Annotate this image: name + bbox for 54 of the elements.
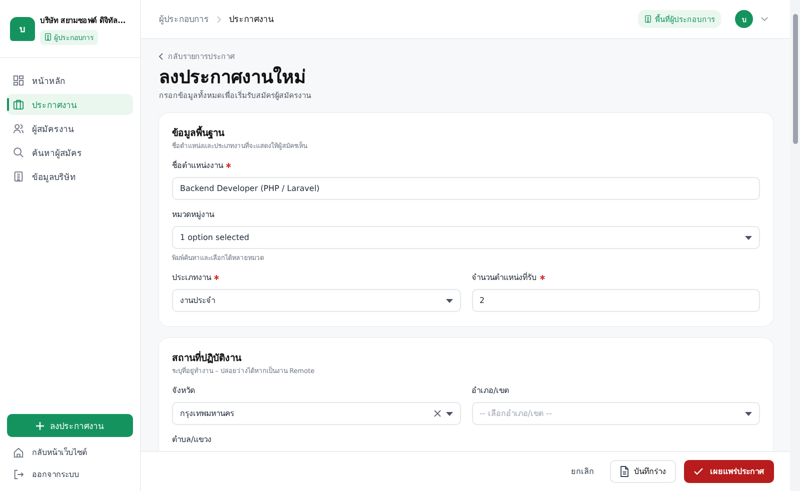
nav-item[interactable]: ค้นหาผู้สมัคร [7, 142, 133, 163]
home-icon [13, 446, 24, 458]
logout-icon [13, 468, 24, 480]
document-icon [620, 466, 629, 477]
save-draft-button[interactable]: บันทึกร่าง [610, 460, 676, 483]
chevron-down-icon[interactable] [761, 17, 768, 21]
building-icon [44, 33, 52, 41]
select-field[interactable]: 1 option selected [172, 226, 760, 249]
scrollbar[interactable] [790, 0, 800, 491]
select-placeholder: -- เลือกอำเภอ/เขต -- [480, 408, 553, 420]
search-icon [13, 147, 24, 158]
text-field[interactable]: 2 [472, 289, 760, 312]
caret-icon [446, 298, 452, 302]
nav-item[interactable]: หน้าหลัก [7, 70, 133, 91]
caret-icon [446, 412, 452, 416]
clear-icon [434, 410, 440, 417]
nav-item[interactable]: ผู้สมัครงาน [7, 118, 133, 139]
dashboard-icon [13, 75, 24, 86]
field-label: จังหวัด [172, 385, 195, 397]
breadcrumb-item[interactable]: ผู้ประกอบการ [159, 12, 209, 26]
field-label: หมวดหมู่งาน [172, 209, 214, 221]
field-label: จำนวนตำแหน่งที่รับ [472, 271, 536, 284]
building-icon [13, 171, 24, 182]
select-field[interactable]: งานประจำ [172, 289, 460, 312]
section-title: ข้อมูลพื้นฐาน [172, 125, 760, 140]
sidebar-link[interactable]: กลับหน้าเว็บไซต์ [7, 443, 133, 461]
select-value: 1 option selected [180, 233, 250, 242]
text-field[interactable]: Backend Developer (PHP / Laravel) [172, 177, 760, 200]
sidebar-link[interactable]: ออกจากระบบ [7, 465, 133, 483]
select-field[interactable]: กรุงเทพมหานคร [172, 402, 460, 425]
section-title: สถานที่ปฏิบัติงาน [172, 350, 242, 365]
post-job-button[interactable]: ลงประกาศงาน [7, 414, 133, 437]
check-icon [694, 468, 703, 475]
briefcase-icon [13, 99, 24, 110]
chevron-right-icon [217, 16, 221, 22]
select-value: งานประจำ [180, 295, 216, 307]
plus-icon [36, 422, 44, 430]
nav-item[interactable]: ข้อมูลบริษัท [7, 166, 133, 187]
field-label: ตำบล/แขวง [172, 434, 212, 446]
nav-item[interactable]: ประกาศงาน [7, 94, 133, 115]
field-label: อำเภอ/เขต [472, 385, 510, 397]
breadcrumb-item: ประกาศงาน [229, 14, 274, 26]
page-title: ลงประกาศงานใหม่ [159, 66, 307, 89]
select-value: กรุงเทพมหานคร [180, 408, 235, 420]
building-icon [644, 15, 652, 23]
publish-button[interactable]: เผยแพร่ประกาศ [684, 460, 774, 483]
caret-icon [745, 412, 752, 416]
chevron-left-icon [159, 52, 163, 60]
caret-icon [745, 236, 752, 240]
users-icon [13, 123, 24, 134]
cancel-button[interactable]: ยกเลิก [563, 465, 602, 478]
company-logo: บ [10, 17, 35, 41]
field-label: ชื่อตำแหน่งงาน [172, 159, 223, 172]
field-label: ประเภทงาน [172, 272, 211, 284]
